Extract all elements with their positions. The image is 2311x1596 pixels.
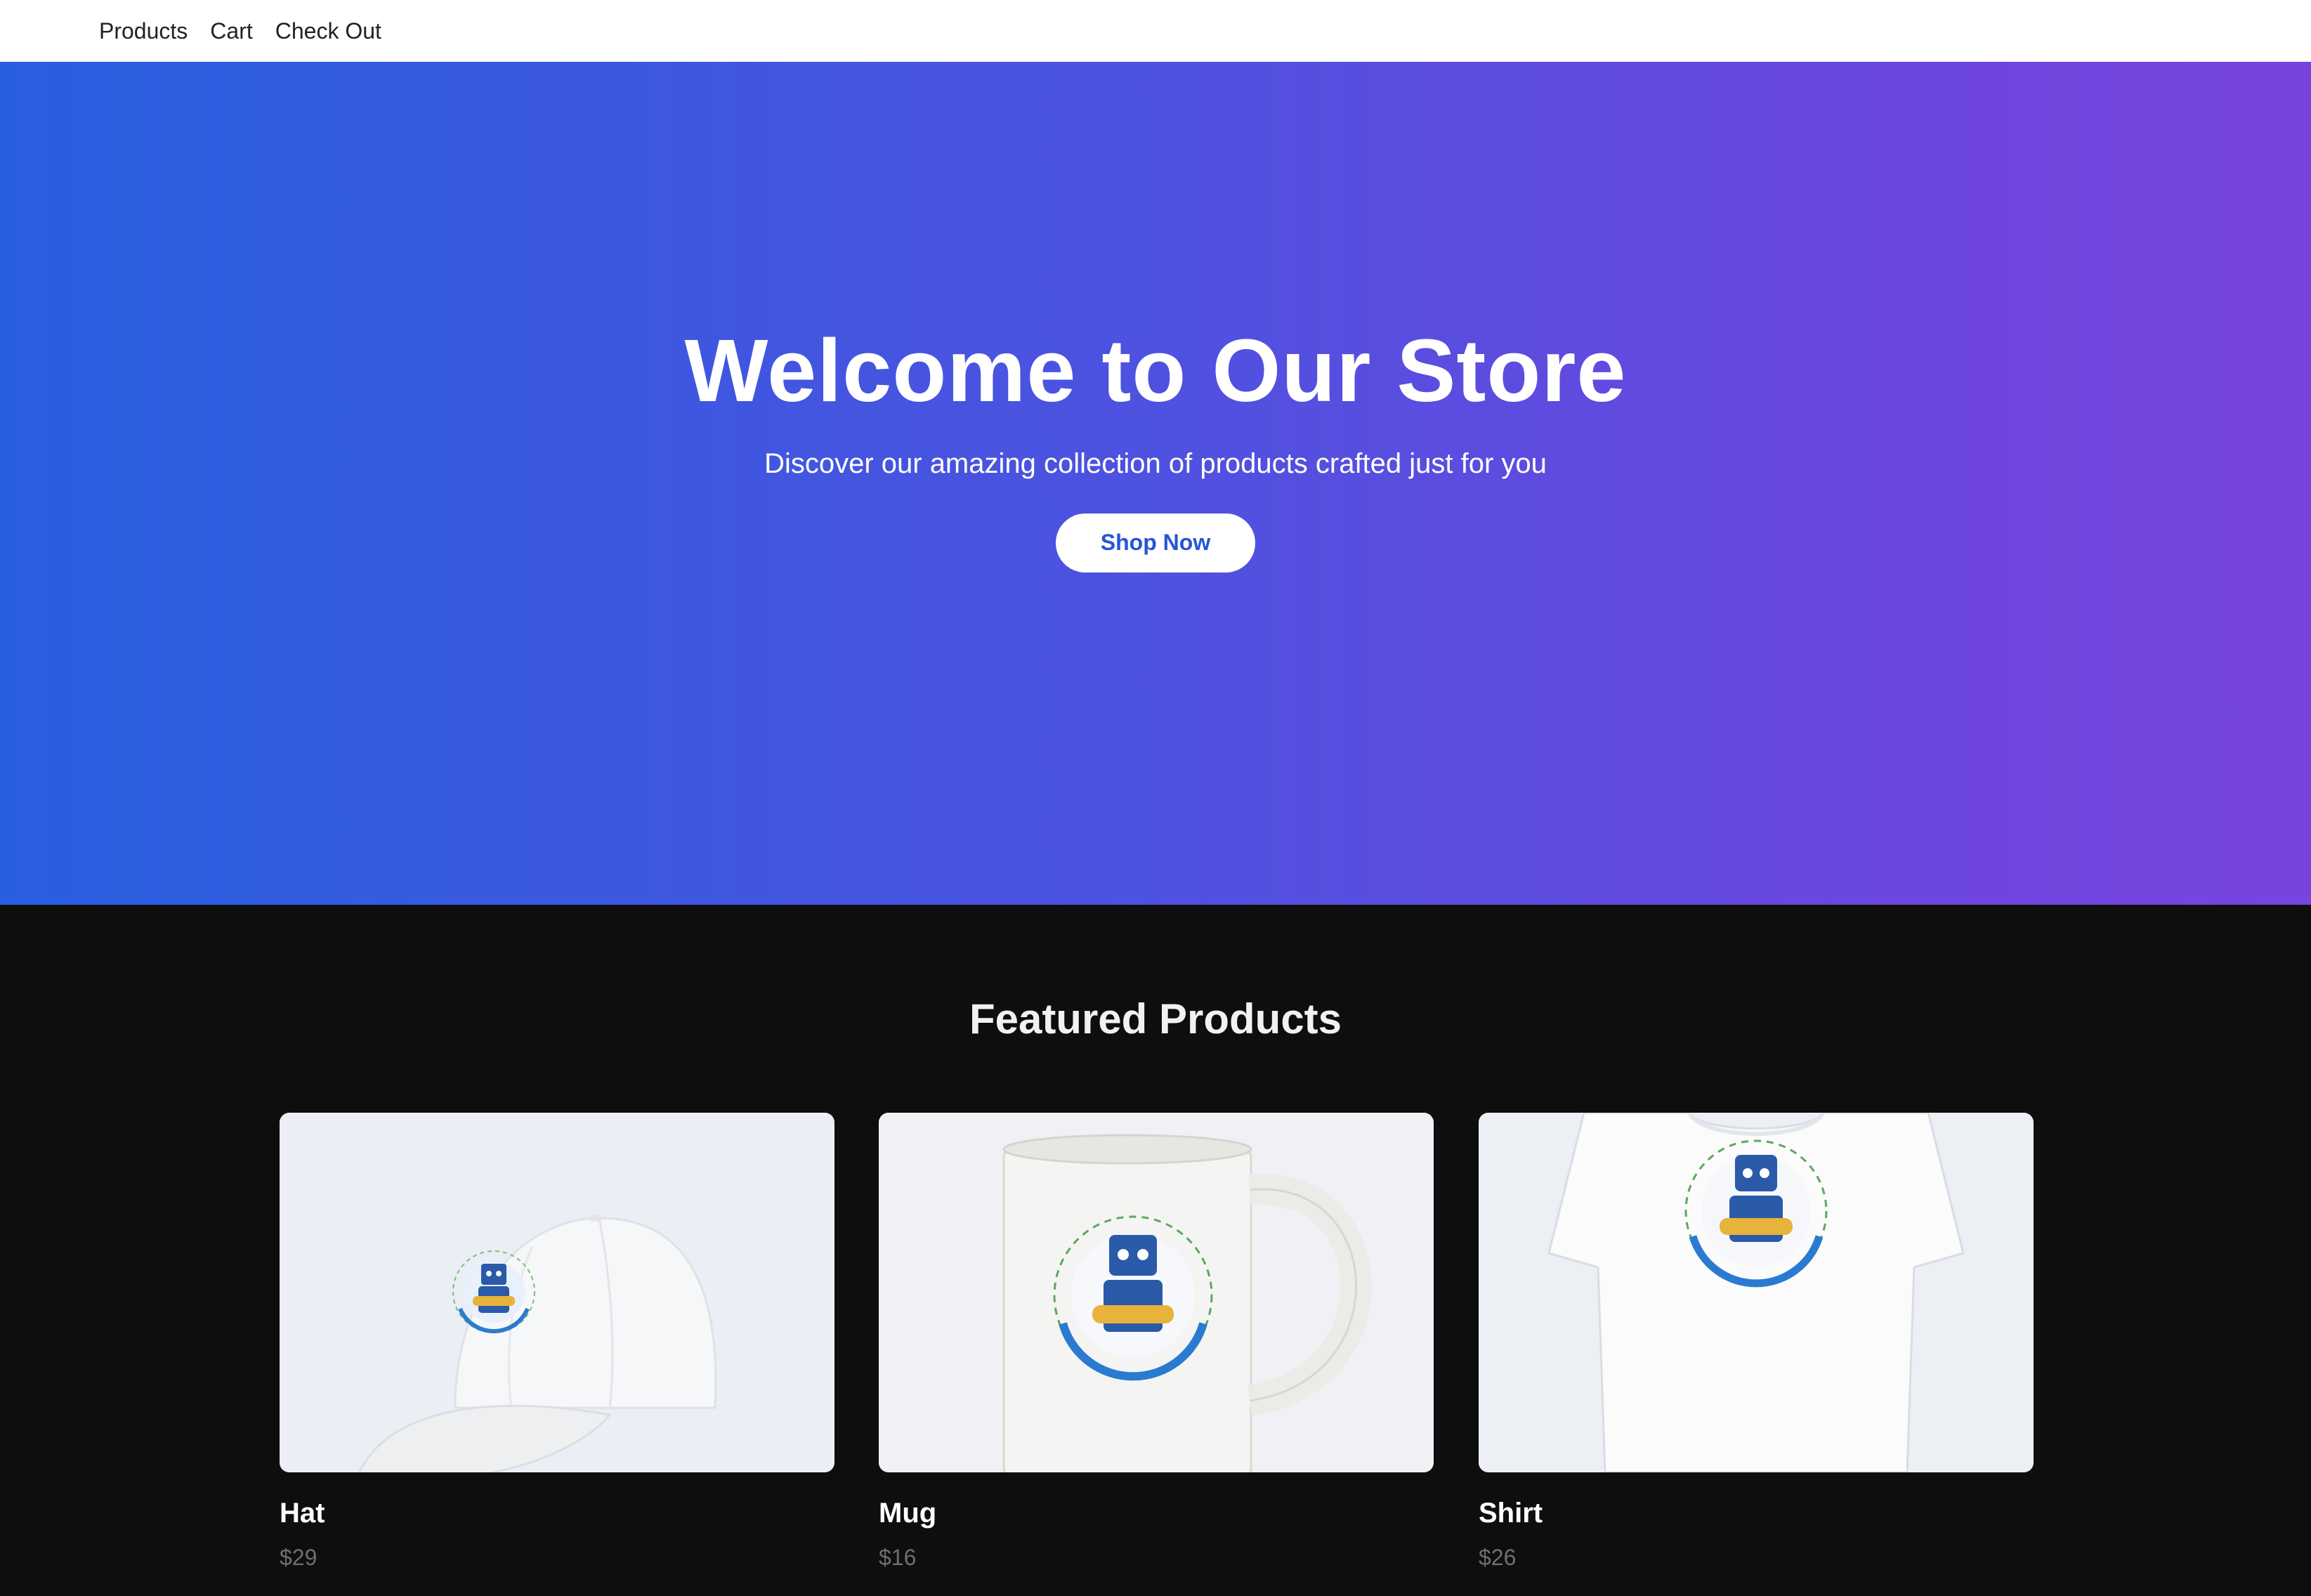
shirt-image bbox=[1479, 1113, 2034, 1472]
product-card-mug[interactable]: Mug $16 bbox=[879, 1113, 1434, 1571]
product-image-shirt[interactable] bbox=[1479, 1113, 2034, 1472]
product-price: $26 bbox=[1479, 1545, 1517, 1570]
product-price: $16 bbox=[879, 1545, 917, 1570]
shop-now-button[interactable]: Shop Now bbox=[1056, 513, 1255, 573]
hero-title: Welcome to Our Store bbox=[684, 321, 1627, 421]
product-card-shirt[interactable]: Shirt $26 bbox=[1479, 1113, 2034, 1571]
cap-image bbox=[280, 1113, 834, 1472]
nav-link-cart[interactable]: Cart bbox=[210, 18, 252, 44]
hero-banner: Welcome to Our Store Discover our amazin… bbox=[0, 62, 2311, 905]
product-price: $29 bbox=[280, 1545, 317, 1570]
nav-link-checkout[interactable]: Check Out bbox=[275, 18, 381, 44]
product-name[interactable]: Shirt bbox=[1479, 1498, 2034, 1529]
product-card-hat[interactable]: Hat $29 bbox=[280, 1113, 834, 1571]
product-name[interactable]: Mug bbox=[879, 1498, 1434, 1529]
featured-title: Featured Products bbox=[969, 995, 1342, 1042]
mug-image bbox=[879, 1113, 1434, 1472]
product-image-hat[interactable] bbox=[280, 1113, 834, 1472]
featured-section: Featured Products Hat $29 Mug $16 Shirt … bbox=[0, 905, 2311, 1596]
hero-subtitle: Discover our amazing collection of produ… bbox=[764, 447, 1547, 479]
product-name[interactable]: Hat bbox=[280, 1498, 834, 1529]
product-image-mug[interactable] bbox=[879, 1113, 1434, 1472]
nav-link-products[interactable]: Products bbox=[99, 18, 188, 44]
top-nav: Products Cart Check Out bbox=[0, 0, 2311, 62]
